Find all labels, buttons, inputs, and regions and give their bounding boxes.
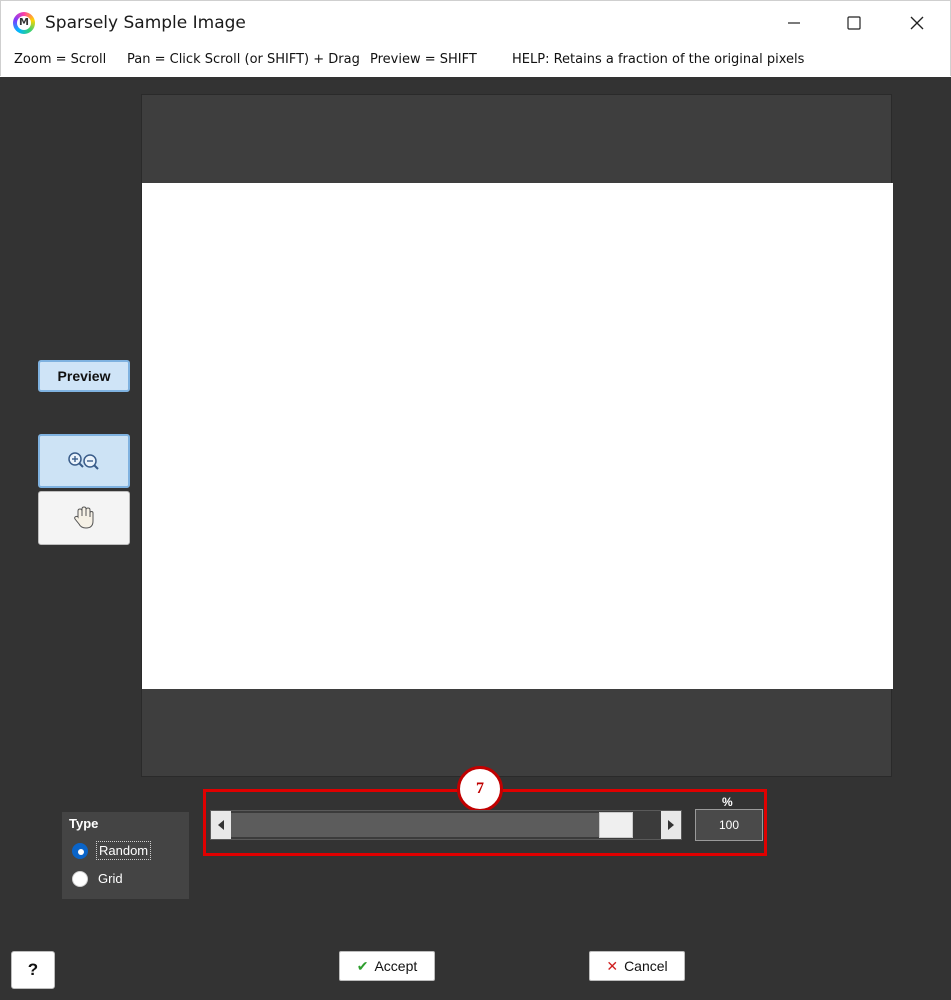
type-group-title: Type [69, 816, 99, 831]
image-viewport[interactable] [141, 94, 893, 777]
radio-grid[interactable]: Grid [72, 870, 125, 887]
preview-button-label: Preview [57, 368, 111, 384]
arrow-left-icon [218, 820, 224, 830]
fraction-slider[interactable] [210, 810, 682, 840]
radio-random-indicator[interactable] [72, 842, 88, 859]
slider-thumb[interactable] [599, 812, 633, 838]
maximize-icon [847, 16, 861, 30]
callout-badge: 7 [457, 766, 503, 812]
type-group: Type Random Grid [62, 812, 189, 899]
percent-value-field[interactable]: 100 [695, 809, 763, 841]
close-button[interactable] [886, 1, 948, 45]
dialog-body: Preview Type Random Grid 7 % 100 ? ✔ Acc… [0, 77, 951, 1000]
zoom-tool-button[interactable] [38, 434, 130, 488]
percent-value-text: 100 [718, 818, 740, 832]
hint-pan: Pan = Click Scroll (or SHIFT) + Drag [127, 52, 360, 67]
accept-button[interactable]: ✔ Accept [339, 951, 435, 981]
hint-help: HELP: Retains a fraction of the original… [512, 52, 805, 67]
pan-tool-button[interactable] [38, 491, 130, 545]
hint-zoom: Zoom = Scroll [14, 52, 107, 67]
app-logo-letter: M [17, 16, 31, 30]
zoom-in-out-icon [68, 452, 99, 470]
preview-button[interactable]: Preview [38, 360, 130, 392]
close-icon [910, 16, 924, 30]
fraction-slider-callout: 7 % 100 [203, 766, 767, 856]
slider-increase-button[interactable] [661, 811, 681, 839]
image-preview-canvas[interactable] [142, 183, 893, 689]
percent-unit-label: % [722, 795, 733, 809]
x-icon: ✕ [606, 957, 619, 974]
help-button[interactable]: ? [11, 951, 55, 989]
cancel-button[interactable]: ✕ Cancel [589, 951, 685, 981]
cancel-button-label: Cancel [624, 958, 668, 974]
minimize-button[interactable] [763, 1, 825, 45]
hint-preview: Preview = SHIFT [370, 52, 477, 67]
radio-grid-label[interactable]: Grid [96, 870, 125, 887]
check-icon: ✔ [356, 957, 369, 974]
window-title: Sparsely Sample Image [45, 13, 246, 33]
hand-pan-icon [74, 506, 94, 529]
title-bar: M Sparsely Sample Image [0, 0, 951, 44]
help-button-label: ? [27, 960, 39, 979]
minimize-icon [788, 22, 800, 24]
arrow-right-icon [668, 820, 674, 830]
slider-decrease-button[interactable] [211, 811, 231, 839]
radio-random[interactable]: Random [72, 841, 152, 860]
hint-bar: Zoom = Scroll Pan = Click Scroll (or SHI… [0, 44, 951, 76]
radio-random-label[interactable]: Random [96, 841, 152, 860]
slider-fill [231, 813, 599, 837]
app-logo-icon: M [13, 12, 35, 34]
radio-grid-indicator[interactable] [72, 870, 88, 887]
accept-button-label: Accept [374, 958, 418, 974]
maximize-button[interactable] [823, 1, 885, 45]
